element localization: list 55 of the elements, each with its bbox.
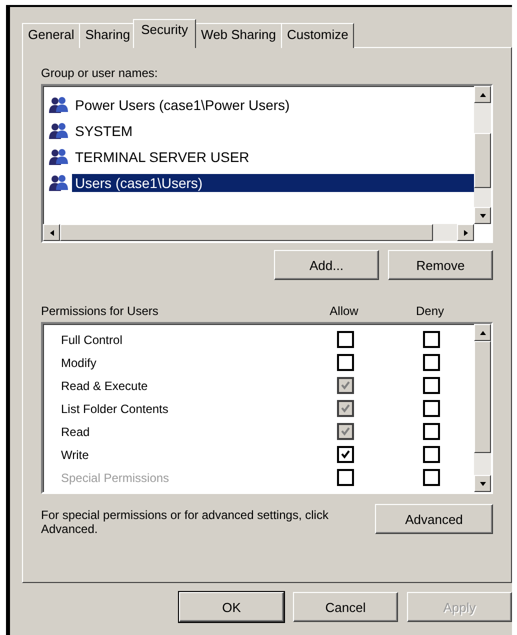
scroll-left-button[interactable] bbox=[43, 224, 60, 241]
ok-button[interactable]: OK bbox=[179, 592, 284, 622]
scroll-down-button[interactable] bbox=[474, 475, 491, 492]
checkmark-icon bbox=[340, 426, 350, 437]
vertical-scrollbar[interactable] bbox=[474, 86, 491, 224]
user-group-icon bbox=[49, 174, 69, 192]
permission-name: Read bbox=[60, 424, 91, 438]
user-group-icon bbox=[49, 148, 69, 166]
checkbox[interactable] bbox=[422, 354, 440, 371]
checkbox[interactable] bbox=[422, 400, 440, 417]
column-header: Allow bbox=[328, 304, 360, 318]
permission-name: List Folder Contents bbox=[60, 402, 170, 416]
user-group-icon bbox=[49, 96, 69, 114]
checkbox[interactable] bbox=[422, 469, 440, 486]
permission-name: Read & Execute bbox=[60, 378, 149, 392]
cancel-button[interactable]: Cancel bbox=[293, 592, 398, 622]
scroll-up-button[interactable] bbox=[474, 324, 491, 341]
scroll-down-button[interactable] bbox=[474, 207, 491, 224]
vertical-scrollbar[interactable] bbox=[474, 324, 491, 492]
scroll-right-button[interactable] bbox=[457, 224, 474, 241]
scrollbar-thumb[interactable] bbox=[474, 133, 491, 188]
tab[interactable]: Web Sharing bbox=[195, 23, 282, 48]
permission-name: Modify bbox=[60, 356, 98, 370]
user-list-item[interactable]: Users (case1\Users) bbox=[72, 174, 474, 192]
user-list-item[interactable]: TERMINAL SERVER USER bbox=[72, 148, 252, 166]
checkbox[interactable] bbox=[336, 446, 354, 463]
checkbox[interactable] bbox=[422, 377, 440, 394]
tab[interactable]: Customize bbox=[280, 23, 354, 48]
permission-name: Write bbox=[60, 448, 90, 462]
user-list[interactable]: Power Users (case1\Power Users) SYSTEM TERMINAL SERVER USER Users (case1\Users) bbox=[41, 84, 493, 243]
checkbox[interactable] bbox=[422, 446, 440, 463]
group-list-label: Group or user names: bbox=[41, 66, 159, 80]
user-list-item[interactable]: Power Users (case1\Power Users) bbox=[72, 96, 293, 114]
scrollbar-thumb[interactable] bbox=[474, 341, 491, 453]
scroll-up-button[interactable] bbox=[474, 86, 491, 103]
checkbox[interactable] bbox=[422, 423, 440, 440]
checkbox[interactable] bbox=[336, 354, 354, 371]
permission-name: Special Permissions bbox=[60, 470, 170, 484]
advanced-button[interactable]: Advanced bbox=[375, 504, 493, 534]
user-list-item[interactable]: SYSTEM bbox=[72, 122, 136, 140]
checkmark-icon bbox=[340, 449, 350, 460]
tab[interactable]: General bbox=[22, 23, 80, 48]
column-header: Deny bbox=[414, 304, 445, 318]
checkbox[interactable] bbox=[336, 469, 354, 486]
add-button[interactable]: Add... bbox=[274, 250, 379, 280]
permissions-label: Permissions for Users bbox=[41, 304, 160, 318]
checkbox[interactable] bbox=[422, 331, 440, 348]
checkmark-icon bbox=[340, 403, 350, 414]
checkmark-icon bbox=[340, 380, 350, 391]
tab[interactable]: Security bbox=[133, 19, 196, 48]
remove-button[interactable]: Remove bbox=[388, 250, 493, 280]
checkbox[interactable] bbox=[336, 331, 354, 348]
permission-name: Full Control bbox=[60, 332, 124, 346]
user-group-icon bbox=[49, 122, 69, 140]
advanced-hint-text: For special permissions or for advanced settings, click Advanced. bbox=[41, 508, 330, 536]
